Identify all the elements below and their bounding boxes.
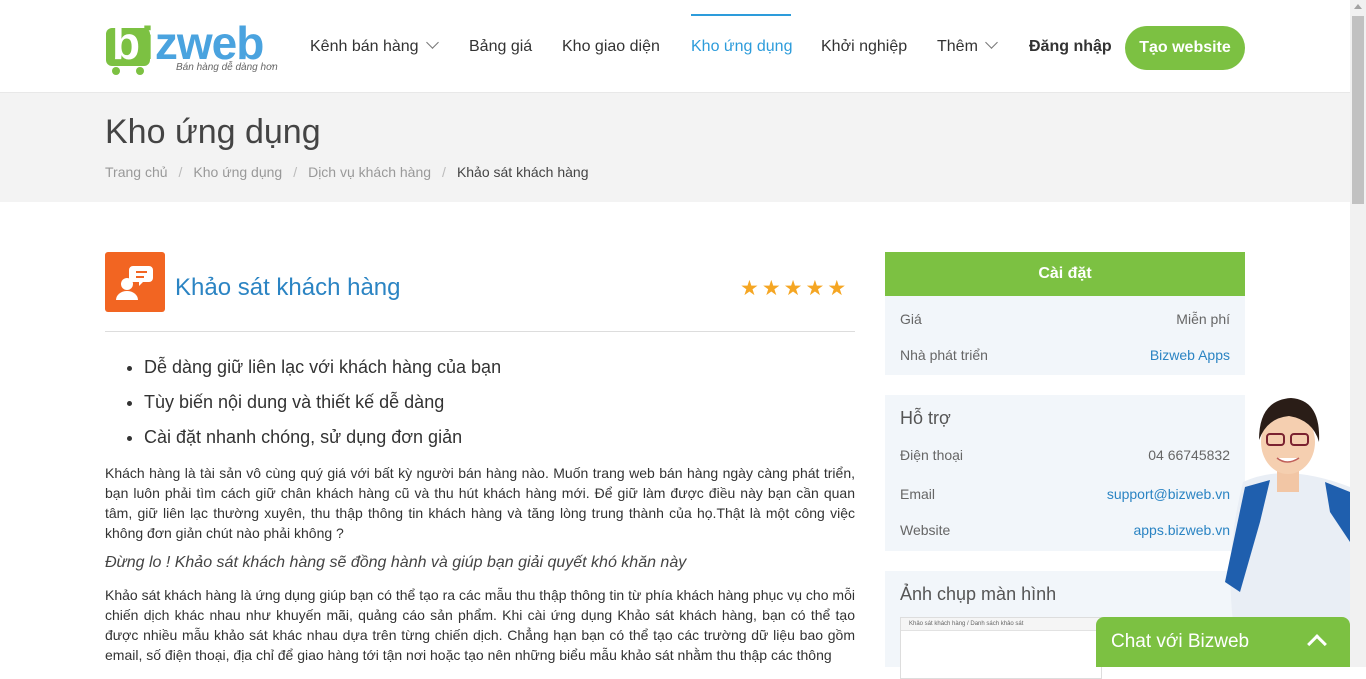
website-label: Website: [900, 522, 951, 538]
site-header: bizweb Bán hàng dễ dàng hơn Kênh bán hàn…: [0, 0, 1350, 93]
breadcrumb-app-store[interactable]: Kho ứng dụng: [193, 164, 282, 180]
login-link[interactable]: Đăng nhập: [1029, 38, 1112, 56]
email-label: Email: [900, 486, 936, 502]
price-value: Miễn phí: [1176, 311, 1230, 327]
support-box: Hỗ trợ Điện thoại 04 66745832 Email supp…: [885, 395, 1245, 551]
phone-label: Điện thoại: [900, 447, 964, 463]
nav-label: Thêm: [937, 38, 978, 55]
breadcrumb-category[interactable]: Dịch vụ khách hàng: [308, 164, 431, 180]
star-icon: ★: [783, 277, 803, 300]
page-scrollbar[interactable]: [1350, 0, 1366, 667]
app-info-box: Giá Miễn phí Nhà phát triển Bizweb Apps: [885, 296, 1245, 375]
description-paragraph-1: Khách hàng là tài sản vô cùng quý giá vớ…: [105, 465, 855, 541]
chat-label: Chat với Bizweb: [1111, 631, 1250, 652]
nav-bang-gia[interactable]: Bảng giá: [469, 38, 532, 56]
divider: [105, 331, 855, 332]
rating-stars: ★ ★ ★ ★ ★: [740, 278, 846, 299]
chevron-down-icon: [425, 36, 439, 49]
logo-tagline: Bán hàng dễ dàng hơn: [176, 62, 278, 73]
email-link[interactable]: support@bizweb.vn: [1107, 486, 1230, 502]
nav-khoi-nghiep[interactable]: Khởi nghiệp: [821, 38, 907, 56]
scroll-up-arrow-icon[interactable]: [1354, 4, 1362, 9]
star-icon: ★: [761, 277, 781, 300]
nav-active-indicator: [691, 14, 791, 16]
screenshot-caption: Khảo sát khách hàng / Danh sách khảo sát: [901, 618, 1101, 631]
survey-chat-icon: [116, 266, 153, 300]
chevron-up-icon[interactable]: [1307, 634, 1327, 654]
nav-kho-giao-dien[interactable]: Kho giao diện: [562, 38, 660, 56]
breadcrumb-separator: /: [178, 164, 183, 180]
star-icon: ★: [740, 277, 759, 300]
description-paragraph-2: Khảo sát khách hàng là ứng dụng giúp bạn…: [105, 587, 855, 663]
feature-item: Dễ dàng giữ liên lạc với khách hàng của …: [144, 357, 501, 392]
description-highlight: Đừng lo ! Khảo sát khách hàng sẽ đồng hà…: [105, 554, 687, 571]
breadcrumb: Trang chủ / Kho ứng dụng / Dịch vụ khách hàn…: [105, 164, 588, 180]
developer-label: Nhà phát triển: [900, 347, 988, 363]
email-row: Email support@bizweb.vn: [900, 486, 1230, 502]
app-name: Khảo sát khách hàng: [175, 274, 401, 301]
developer-row: Nhà phát triển Bizweb Apps: [900, 347, 1230, 363]
install-button[interactable]: Cài đặt: [885, 252, 1245, 296]
page-title-band: Kho ứng dụng Trang chủ / Kho ứng dụng / Dịch…: [0, 93, 1350, 202]
chat-widget[interactable]: Chat với Bizweb: [1096, 617, 1350, 667]
nav-kenh-ban-hang[interactable]: Kênh bán hàng: [310, 36, 439, 56]
star-icon: ★: [827, 277, 847, 300]
app-screenshot-thumbnail[interactable]: Khảo sát khách hàng / Danh sách khảo sát: [900, 617, 1102, 679]
feature-list: Dễ dàng giữ liên lạc với khách hàng của …: [104, 357, 501, 462]
screenshots-title: Ảnh chụp màn hình: [900, 584, 1057, 604]
nav-label: Kênh bán hàng: [310, 38, 419, 55]
price-label: Giá: [900, 311, 922, 327]
support-title: Hỗ trợ: [900, 408, 951, 428]
star-icon: ★: [805, 277, 825, 300]
app-icon: [105, 252, 165, 312]
breadcrumb-separator: /: [442, 164, 446, 180]
page-title: Kho ứng dụng: [105, 113, 321, 151]
price-row: Giá Miễn phí: [900, 311, 1230, 327]
support-agent-image: [1225, 398, 1350, 622]
bizweb-logo[interactable]: bizweb Bán hàng dễ dàng hơn: [104, 17, 280, 76]
feature-item: Cài đặt nhanh chóng, sử dụng đơn giản: [144, 427, 501, 462]
nav-kho-ung-dung[interactable]: Kho ứng dụng: [691, 38, 792, 56]
breadcrumb-home[interactable]: Trang chủ: [105, 164, 168, 180]
chevron-down-icon: [985, 36, 998, 49]
breadcrumb-current: Khảo sát khách hàng: [456, 164, 589, 180]
feature-item: Tùy biến nội dung và thiết kế dễ dàng: [144, 392, 501, 427]
phone-row: Điện thoại 04 66745832: [900, 447, 1230, 463]
scroll-thumb[interactable]: [1352, 16, 1364, 204]
breadcrumb-separator: /: [293, 164, 298, 180]
create-website-button[interactable]: Tạo website: [1125, 26, 1245, 70]
nav-them[interactable]: Thêm: [937, 36, 998, 56]
website-row: Website apps.bizweb.vn: [900, 522, 1230, 538]
developer-link[interactable]: Bizweb Apps: [1150, 347, 1230, 363]
